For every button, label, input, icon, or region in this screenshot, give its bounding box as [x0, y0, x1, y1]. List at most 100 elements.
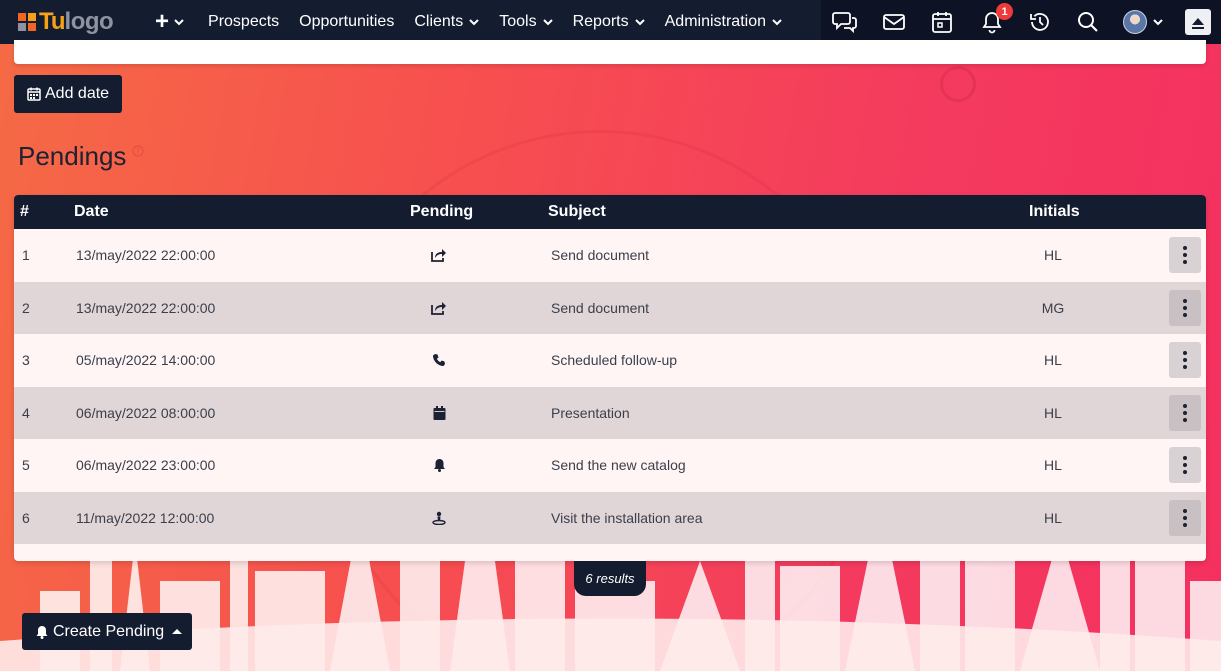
chevron-down-icon	[542, 19, 553, 26]
row-number: 6	[22, 509, 30, 526]
add-date-button[interactable]: Add date	[14, 75, 122, 113]
row-subject: Send the new catalog	[551, 457, 686, 474]
pending-type	[424, 387, 454, 440]
row-subject: Send document	[551, 247, 650, 264]
nav-tools[interactable]: Tools	[489, 13, 562, 31]
share-icon	[431, 301, 446, 315]
row-menu-button[interactable]	[1169, 499, 1201, 536]
scroll-top-icon	[1192, 18, 1204, 29]
chevron-down-icon	[469, 19, 479, 26]
nav-opportunities[interactable]: Opportunities	[289, 13, 404, 31]
nav-item-label: Reports	[572, 13, 629, 30]
table-row[interactable]: 2 13/may/2022 22:00:00 Send document MG	[14, 281, 1206, 335]
chevron-down-icon	[174, 19, 184, 26]
chevron-down-icon	[634, 19, 645, 26]
row-number: 2	[22, 299, 30, 316]
pending-type	[424, 439, 454, 492]
user-menu[interactable]	[1123, 10, 1167, 34]
pending-type	[424, 229, 454, 282]
header-subject[interactable]: Subject	[548, 195, 606, 229]
calendar-button[interactable]	[929, 10, 955, 34]
chevron-down-icon	[1153, 19, 1163, 26]
row-number: 5	[22, 457, 30, 474]
row-date: 13/may/2022 22:00:00	[76, 247, 216, 264]
chat-icon	[832, 12, 857, 34]
search-icon	[1078, 12, 1098, 32]
row-actions	[1169, 439, 1201, 492]
create-pending-button[interactable]: Create Pending	[22, 613, 192, 650]
row-date: 06/may/2022 23:00:00	[76, 457, 216, 474]
row-number: 3	[22, 352, 30, 369]
row-date: 13/may/2022 22:00:00	[76, 299, 216, 316]
nav-item-label: Tools	[499, 13, 537, 30]
nav-reports[interactable]: Reports	[563, 13, 655, 31]
pending-type	[424, 492, 454, 545]
row-actions	[1169, 229, 1201, 282]
row-menu-button[interactable]	[1169, 447, 1201, 484]
scroll-top-button[interactable]	[1185, 9, 1211, 35]
row-date: 06/may/2022 08:00:00	[76, 404, 216, 421]
brand-logo[interactable]: Tu logo	[18, 0, 143, 44]
main-menu: Prospects Opportunities Clients Tools Re…	[198, 13, 792, 31]
row-initials: HL	[1044, 247, 1062, 264]
history-icon	[1030, 13, 1049, 31]
logo-tu-text: Tu	[39, 8, 66, 35]
calendar-icon	[27, 87, 41, 101]
previous-panel	[14, 40, 1206, 64]
row-menu-button[interactable]	[1169, 289, 1201, 326]
phone-icon	[433, 354, 445, 367]
row-subject: Presentation	[551, 404, 630, 421]
table-row[interactable]: 6 11/may/2022 12:00:00 Visit the install…	[14, 491, 1206, 545]
table-row[interactable]: 5 06/may/2022 23:00:00 Send the new cata…	[14, 439, 1206, 492]
nav-item-label: Opportunities	[299, 13, 395, 30]
avatar	[1123, 10, 1147, 34]
help-icon[interactable]: ?	[132, 145, 145, 157]
row-initials: HL	[1044, 509, 1062, 526]
table-header: # Date Pending Subject Initials	[14, 195, 1206, 229]
table-row[interactable]: 3 05/may/2022 14:00:00 Scheduled follow-…	[14, 334, 1206, 387]
chat-button[interactable]	[832, 10, 858, 34]
svg-text:?: ?	[136, 147, 140, 156]
share-icon	[431, 249, 446, 263]
header-initials[interactable]: Initials	[1029, 195, 1080, 229]
nav-administration[interactable]: Administration	[655, 13, 792, 31]
logo-text: logo	[64, 8, 114, 35]
header-pending[interactable]: Pending	[410, 195, 473, 229]
row-menu-button[interactable]	[1169, 394, 1201, 431]
nav-clients[interactable]: Clients	[404, 13, 489, 31]
row-actions	[1169, 387, 1201, 440]
row-menu-button[interactable]	[1169, 237, 1201, 274]
header-num[interactable]: #	[20, 195, 29, 229]
bell-icon	[36, 625, 48, 639]
table-row[interactable]: 1 13/may/2022 22:00:00 Send document HL	[14, 229, 1206, 282]
row-actions	[1169, 492, 1201, 545]
plus-icon: +	[155, 8, 170, 35]
pendings-table: # Date Pending Subject Initials 1 13/may…	[14, 195, 1206, 561]
notification-badge: 1	[996, 3, 1013, 20]
calendar-icon	[433, 405, 445, 420]
page-title: Pendings ?	[18, 141, 145, 172]
row-subject: Scheduled follow-up	[551, 352, 678, 369]
pending-type	[424, 334, 454, 387]
mail-icon	[883, 14, 905, 30]
row-actions	[1169, 334, 1201, 387]
quick-add-menu[interactable]: +	[155, 8, 184, 36]
row-initials: HL	[1044, 404, 1062, 421]
mail-button[interactable]	[881, 10, 907, 34]
header-date[interactable]: Date	[74, 195, 109, 229]
nav-item-label: Prospects	[208, 13, 280, 30]
row-subject: Visit the installation area	[551, 509, 703, 526]
nav-prospects[interactable]: Prospects	[198, 13, 289, 31]
page-title-text: Pendings	[18, 141, 127, 171]
visit-icon	[432, 511, 446, 525]
row-initials: MG	[1041, 299, 1065, 316]
search-button[interactable]	[1075, 10, 1101, 34]
history-button[interactable]	[1027, 10, 1053, 34]
bell-icon	[433, 459, 445, 473]
pending-type	[424, 282, 454, 335]
row-menu-button[interactable]	[1169, 342, 1201, 379]
chevron-down-icon	[772, 19, 782, 26]
notifications-button[interactable]: 1	[979, 3, 1013, 34]
nav-item-label: Administration	[664, 13, 766, 30]
table-row[interactable]: 4 06/may/2022 08:00:00 Presentation HL	[14, 386, 1206, 440]
